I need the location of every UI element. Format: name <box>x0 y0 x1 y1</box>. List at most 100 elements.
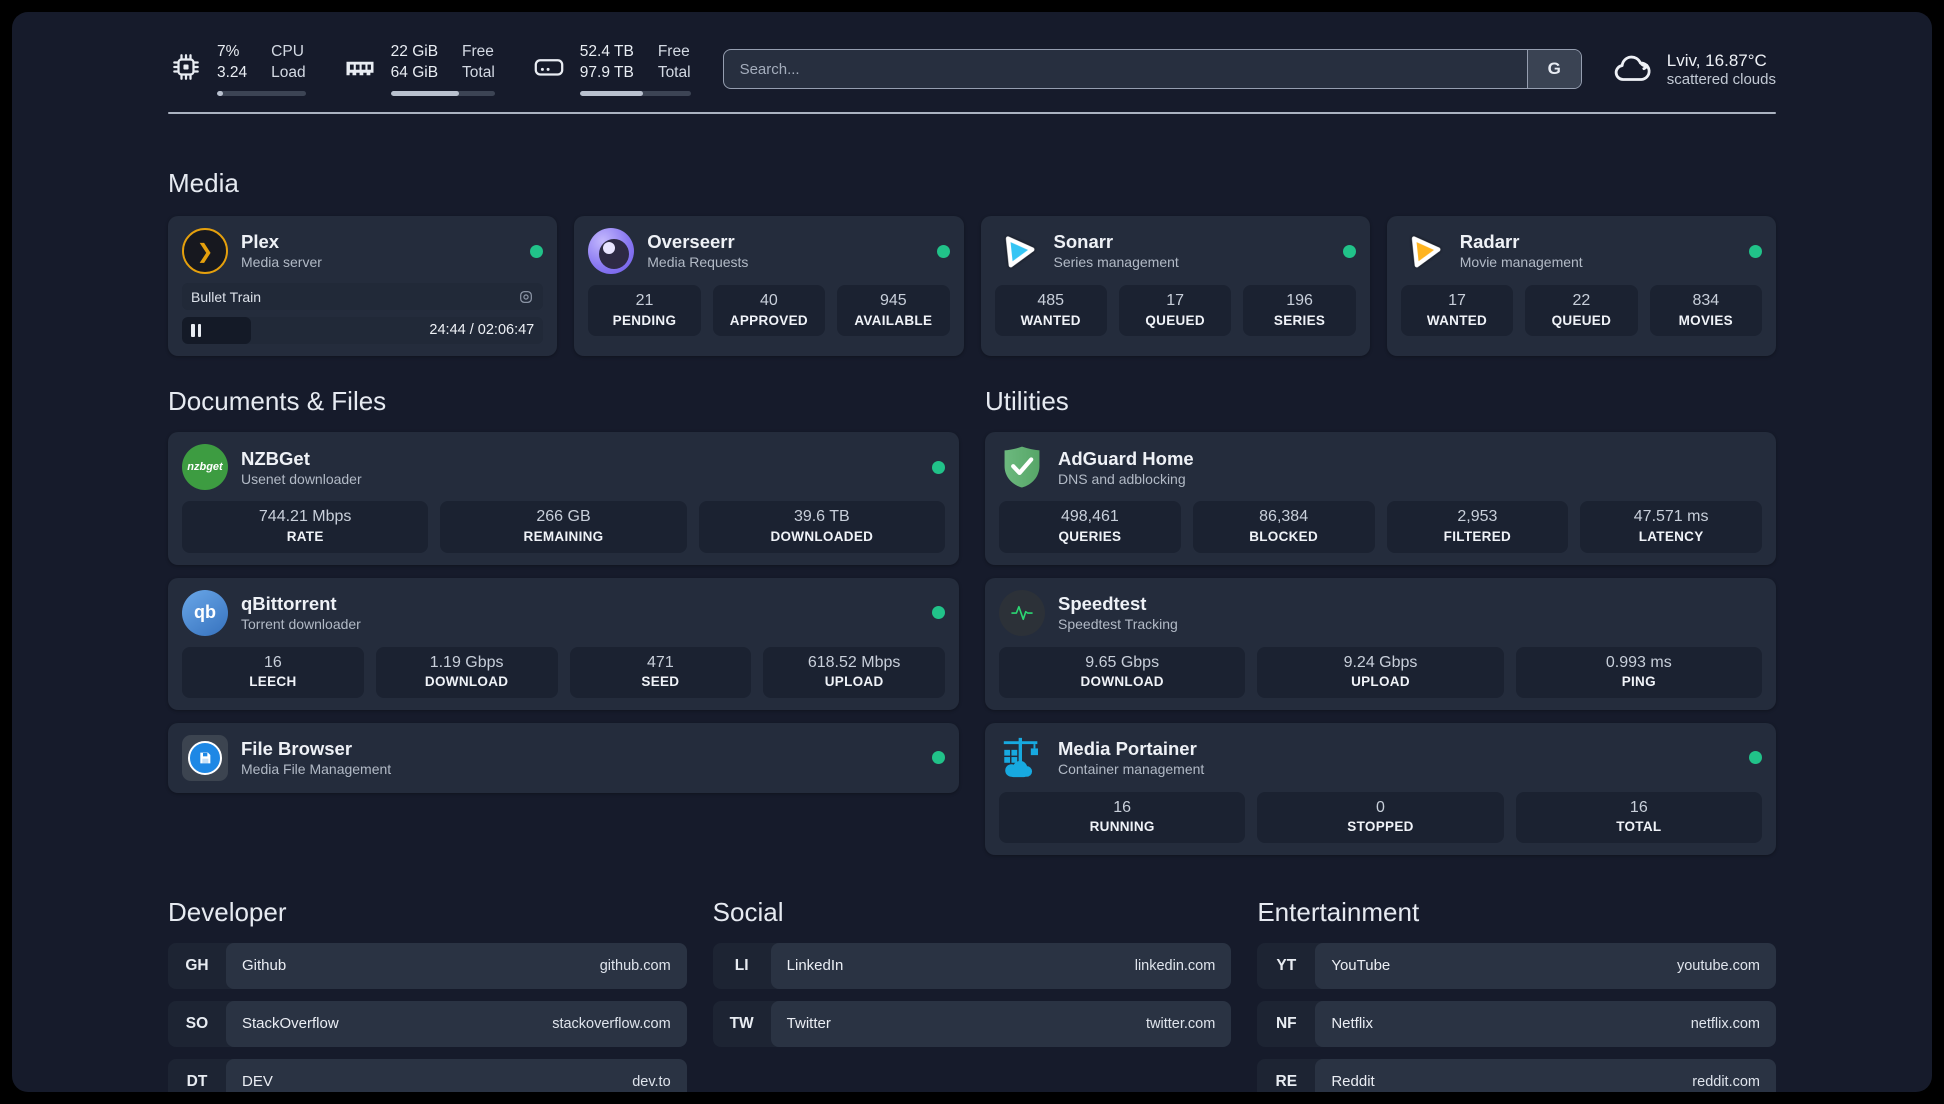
link-dev[interactable]: DT DEV dev.to <box>168 1058 687 1092</box>
link-name: YouTube <box>1331 957 1391 975</box>
stat-latency: 47.571 ms LATENCY <box>1580 501 1762 553</box>
disk-stat: 52.4 TB 97.9 TB Free Total <box>531 42 691 96</box>
link-name: DEV <box>242 1073 273 1091</box>
card-adguard[interactable]: AdGuard Home DNS and adblocking 498,461 Q… <box>985 432 1776 565</box>
link-reddit[interactable]: RE Reddit reddit.com <box>1257 1058 1776 1092</box>
ram-icon <box>346 61 374 76</box>
radarr-status-dot <box>1749 244 1762 258</box>
adguard-subtitle: DNS and adblocking <box>1058 470 1186 487</box>
filebrowser-subtitle: Media File Management <box>241 760 392 777</box>
disk-progress-bar <box>579 90 691 96</box>
section-developer: Developer GH Github github.com SO StackOv… <box>168 897 687 1092</box>
stat-wanted: 17 WANTED <box>1400 285 1514 337</box>
stat-leech: 16 LEECH <box>182 646 364 698</box>
stat-ping: 0.993 ms PING <box>1515 646 1762 698</box>
documents-section-title: Documents & Files <box>168 386 387 417</box>
weather-location-temp: Lviv, 16.87°C <box>1666 50 1767 70</box>
system-stats: 7% 3.24 CPU Load 22 GiB 64 GiB Free Tota… <box>168 42 691 96</box>
link-linkedin[interactable]: LI LinkedIn linkedin.com <box>712 942 1232 989</box>
card-portainer[interactable]: Media Portainer Container management 16 R… <box>985 722 1776 855</box>
overseerr-subtitle: Media Requests <box>647 254 749 271</box>
card-speedtest[interactable]: Speedtest Speedtest Tracking 9.65 Gbps DO… <box>985 577 1776 710</box>
overseerr-icon <box>588 228 635 275</box>
stat-running: 16 RUNNING <box>999 791 1246 843</box>
search-input[interactable] <box>723 50 1527 88</box>
link-url: twitter.com <box>1146 1015 1216 1032</box>
cpu-load-value: 3.24 <box>217 64 248 81</box>
sonarr-title: Sonarr <box>1053 231 1114 253</box>
card-radarr[interactable]: Radarr Movie management 17 WANTED 22 QUEUE… <box>1386 216 1776 357</box>
cpu-load-label: Load <box>271 64 306 81</box>
stat-approved: 40 APPROVED <box>712 285 826 337</box>
stat-queued: 22 QUEUED <box>1525 285 1638 337</box>
link-url: reddit.com <box>1692 1073 1760 1090</box>
playback-time: 24:44 / 02:06:47 <box>429 322 535 339</box>
top-bar: 7% 3.24 CPU Load 22 GiB 64 GiB Free Tota… <box>168 12 1776 98</box>
dashboard-canvas: 7% 3.24 CPU Load 22 GiB 64 GiB Free Tota… <box>12 12 1932 1092</box>
nzbget-title: NZBGet <box>241 447 310 469</box>
ram-free-value: 22 GiB <box>390 43 439 61</box>
link-github[interactable]: GH Github github.com <box>168 942 687 989</box>
link-name: Reddit <box>1331 1073 1375 1091</box>
link-url: linkedin.com <box>1134 957 1216 974</box>
memory-stat: 22 GiB 64 GiB Free Total <box>342 42 495 96</box>
now-playing-title: Bullet Train <box>191 288 262 305</box>
stat-download: 9.65 Gbps DOWNLOAD <box>999 646 1246 698</box>
link-name: Netflix <box>1331 1015 1374 1033</box>
cpu-percent: 7% <box>217 43 240 61</box>
stat-upload: 618.52 Mbps UPLOAD <box>763 646 945 698</box>
link-twitter[interactable]: TW Twitter twitter.com <box>712 1000 1232 1047</box>
disk-total-value: 97.9 TB <box>579 64 634 81</box>
stat-pending: 21 PENDING <box>588 285 701 337</box>
link-abbr: LI <box>734 956 749 974</box>
link-name: Twitter <box>786 1015 831 1033</box>
weather-condition: scattered clouds <box>1666 70 1776 88</box>
portainer-icon <box>1003 737 1039 777</box>
link-abbr: DT <box>186 1072 208 1090</box>
link-youtube[interactable]: YT YouTube youtube.com <box>1257 942 1776 989</box>
cpu-stat: 7% 3.24 CPU Load <box>168 42 306 96</box>
media-section-title: Media <box>168 168 239 198</box>
sonarr-status-dot <box>1342 244 1356 258</box>
qbittorrent-icon: qb <box>182 589 228 636</box>
section-utilities: Utilities AdGuard Home DNS and adblockin… <box>985 386 1776 855</box>
social-section-title: Social <box>712 896 784 927</box>
pause-icon[interactable] <box>191 324 201 338</box>
link-url: stackoverflow.com <box>552 1015 671 1032</box>
qbittorrent-status-dot <box>932 606 945 620</box>
search-provider-button[interactable]: G <box>1526 50 1581 88</box>
link-name: StackOverflow <box>242 1015 339 1033</box>
card-nzbget[interactable]: nzbget NZBGet Usenet downloader 744.21 M… <box>168 432 959 565</box>
plex-playback-progress: 24:44 / 02:06:47 <box>182 317 544 345</box>
link-name: Github <box>242 957 287 975</box>
adguard-icon <box>1004 447 1040 488</box>
ram-total-label: Total <box>462 64 495 81</box>
section-entertainment: Entertainment YT YouTube youtube.com NF N… <box>1257 897 1776 1092</box>
nzbget-subtitle: Usenet downloader <box>241 470 362 487</box>
link-name: LinkedIn <box>786 957 844 975</box>
stat-total: 16 TOTAL <box>1515 791 1762 843</box>
overseerr-status-dot <box>936 244 950 258</box>
filebrowser-icon <box>182 734 228 781</box>
radarr-title: Radarr <box>1459 231 1520 253</box>
plex-now-playing-row: Bullet Train <box>182 283 544 311</box>
link-stackoverflow[interactable]: SO StackOverflow stackoverflow.com <box>168 1000 687 1047</box>
filebrowser-status-dot <box>932 751 945 765</box>
stat-upload: 9.24 Gbps UPLOAD <box>1257 646 1504 698</box>
card-plex[interactable]: ❯ Plex Media server Bullet Train 24:44 /… <box>168 216 558 357</box>
stat-available: 945 AVAILABLE <box>837 285 950 337</box>
link-url: dev.to <box>632 1073 671 1090</box>
link-abbr: RE <box>1275 1072 1298 1090</box>
ram-total-value: 64 GiB <box>390 64 439 81</box>
card-overseerr[interactable]: Overseerr Media Requests 21 PENDING 40 APP… <box>574 216 964 357</box>
link-netflix[interactable]: NF Netflix netflix.com <box>1257 1000 1776 1047</box>
stat-queued: 17 QUEUED <box>1118 285 1232 337</box>
sonarr-subtitle: Series management <box>1053 254 1179 271</box>
stat-blocked: 86,384 BLOCKED <box>1192 501 1375 553</box>
card-sonarr[interactable]: Sonarr Series management 485 WANTED 17 QUE… <box>980 216 1370 357</box>
qbittorrent-subtitle: Torrent downloader <box>241 615 361 632</box>
portainer-status-dot <box>1749 751 1762 765</box>
link-abbr: SO <box>185 1014 209 1032</box>
card-filebrowser[interactable]: File Browser Media File Management <box>168 722 959 793</box>
card-qbittorrent[interactable]: qb qBittorrent Torrent downloader 16 LEEC… <box>168 577 959 710</box>
